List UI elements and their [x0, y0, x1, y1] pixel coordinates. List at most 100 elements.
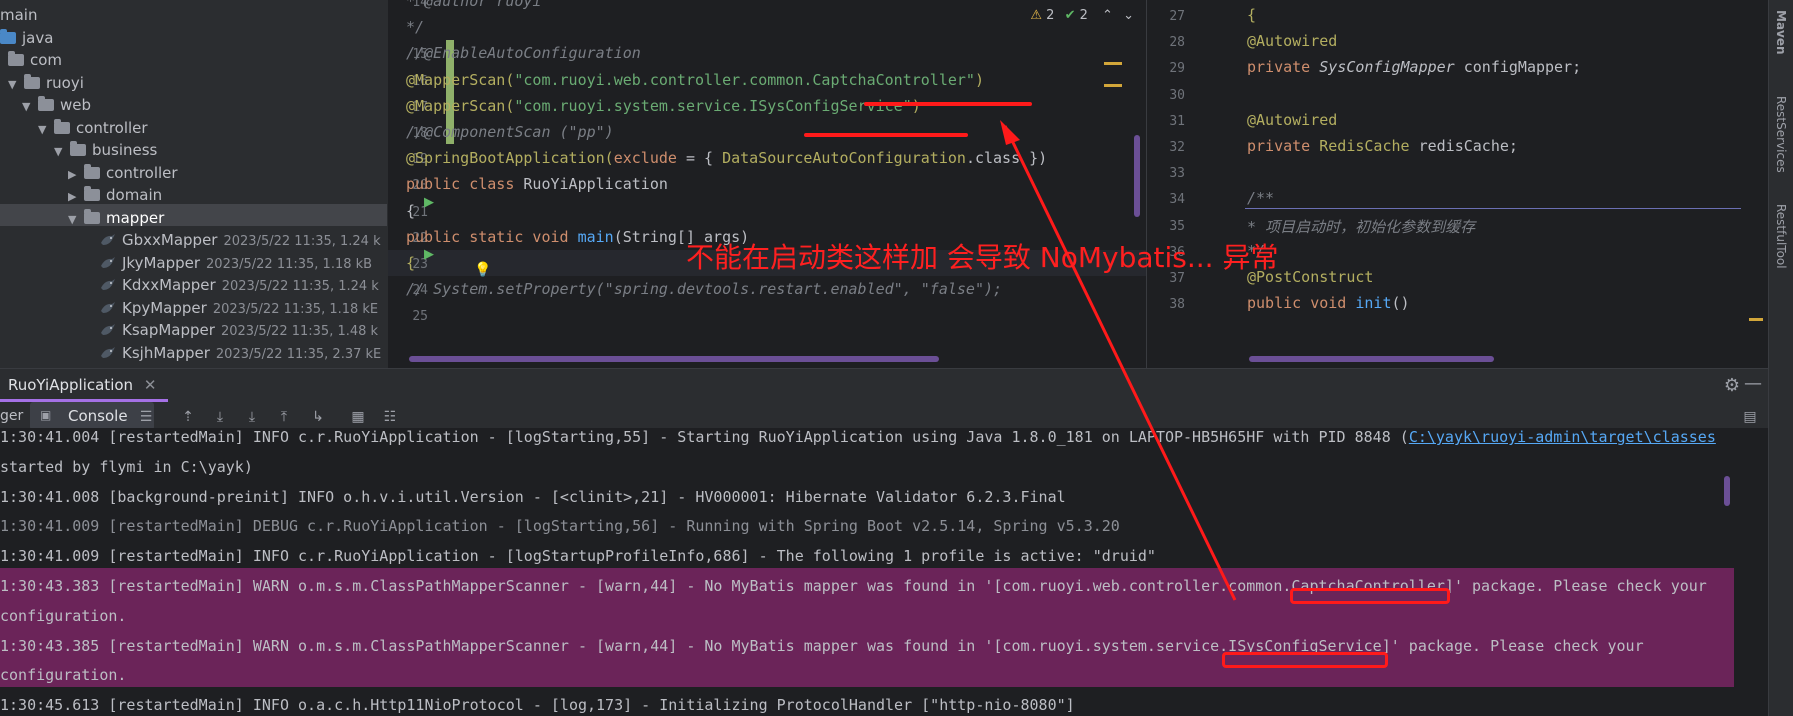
tree-item-label: business — [92, 141, 158, 159]
warning-count: 2 — [1046, 8, 1055, 23]
code-line[interactable]: @Autowired — [1247, 32, 1337, 50]
check-icon: ✔ — [1064, 8, 1076, 23]
code-token: public void — [1247, 294, 1356, 313]
import-icon[interactable]: ⤓ — [244, 410, 260, 424]
minimize-icon[interactable]: — — [1744, 373, 1762, 394]
code-token: .class }) — [965, 149, 1048, 168]
tree-item[interactable]: java — [0, 27, 53, 49]
chevron-down-icon[interactable]: ▼ — [68, 209, 84, 231]
horizontal-scrollbar[interactable] — [1249, 356, 1494, 362]
console-tab[interactable]: ▣ Console — [30, 402, 154, 430]
chevron-down-icon[interactable]: ▼ — [38, 119, 54, 141]
run-icon[interactable]: ▶ — [424, 247, 434, 262]
tree-item[interactable]: ▼ business — [54, 139, 157, 161]
download-icon[interactable]: ⤓ — [212, 410, 228, 424]
debugger-tab[interactable]: ger — [0, 408, 23, 424]
code-token: @MapperScan( — [406, 70, 515, 89]
code-line[interactable]: * @author ruoyi — [406, 0, 541, 10]
filter-icon[interactable]: ☷ — [382, 410, 398, 424]
code-line[interactable]: public static void main(String[] args) — [406, 228, 749, 246]
code-line[interactable]: */ — [406, 18, 424, 36]
code-line[interactable]: private SysConfigMapper configMapper; — [1247, 58, 1581, 76]
console-output[interactable]: 1:30:41.004 [restartedMain] INFO c.r.Ruo… — [0, 428, 1768, 716]
maven-tab[interactable]: Maven — [1774, 10, 1788, 55]
tree-item-label: com — [30, 51, 63, 69]
code-line[interactable]: private RedisCache redisCache; — [1247, 137, 1518, 155]
gear-icon[interactable]: ⚙ — [1724, 375, 1740, 396]
project-tree[interactable]: main java com ▼ ruoyi ▼ web ▼ controller ▼ busines… — [0, 0, 387, 368]
tree-item[interactable]: com — [8, 49, 62, 71]
tree-item[interactable]: ▼ controller — [38, 117, 148, 139]
vertical-scrollbar[interactable] — [1134, 135, 1140, 217]
chevron-down-icon[interactable]: ▼ — [22, 96, 38, 118]
code-line[interactable]: @PostConstruct — [1247, 268, 1373, 286]
chevron-down-icon[interactable]: ▼ — [54, 141, 70, 163]
menu-icon[interactable]: ☰ — [138, 410, 154, 424]
tree-item[interactable]: ▶ domain — [68, 184, 162, 206]
tree-item-label: mapper — [106, 208, 165, 227]
line-number: 31 — [1169, 113, 1185, 129]
chevron-up-icon[interactable]: ⌃ — [1102, 8, 1113, 23]
tree-item[interactable]: ▶ controller — [68, 162, 178, 184]
run-config-tab[interactable]: RuoYiApplication ✕ — [8, 376, 156, 394]
code-line[interactable]: @MapperScan("com.ruoyi.web.controller.co… — [406, 71, 984, 89]
chevron-down-icon[interactable]: ⌄ — [1123, 8, 1134, 23]
scroll-up-icon[interactable]: ⇡ — [180, 410, 196, 424]
chevron-right-icon[interactable]: ▶ — [68, 164, 84, 186]
folder-icon — [8, 51, 24, 66]
tree-item-label: web — [60, 96, 92, 114]
run-icon[interactable]: ▶ — [424, 195, 434, 210]
code-line[interactable]: //@EnableAutoConfiguration — [406, 44, 641, 62]
tree-item[interactable]: ▼ web — [22, 94, 91, 116]
restfultool-tab[interactable]: RestfulTool — [1774, 204, 1788, 269]
code-line[interactable]: @SpringBootApplication(exclude = { DataS… — [406, 149, 1047, 167]
code-line[interactable]: public class RuoYiApplication — [406, 175, 668, 193]
path-link[interactable]: C:\yayk\ruoyi-admin\target\classes — [1409, 428, 1716, 446]
lightbulb-icon[interactable]: 💡 — [474, 262, 491, 278]
tree-item[interactable]: GbxxMapper 2023/5/22 11:35, 1.24 k — [100, 229, 381, 251]
code-line[interactable]: @Autowired — [1247, 111, 1337, 129]
code-line[interactable]: // System.setProperty("spring.devtools.r… — [406, 280, 1002, 298]
horizontal-scrollbar[interactable] — [409, 356, 939, 362]
tree-item[interactable]: ▼ mapper — [68, 207, 164, 229]
layout-icon[interactable]: ▤ — [1742, 410, 1758, 424]
tree-item[interactable]: ▼ ruoyi — [8, 72, 84, 94]
tree-item[interactable]: KdxxMapper 2023/5/22 11:35, 1.24 k — [100, 274, 379, 296]
inspection-widget[interactable]: ⚠ 2 ✔ 2 ⌃ ⌄ — [1030, 8, 1134, 23]
editor-ruoyi-application[interactable]: 14 * @author ruoyi */15//@EnableAutoConf… — [388, 0, 1146, 368]
code-token: configMapper; — [1463, 58, 1582, 77]
tree-selection-highlight — [0, 204, 387, 226]
tree-item[interactable]: JkyMapper 2023/5/22 11:35, 1.18 kB — [100, 252, 372, 274]
restservices-tab[interactable]: RestServices — [1774, 96, 1788, 173]
console-scrollbar[interactable] — [1724, 476, 1730, 506]
tree-item[interactable]: KpyMapper 2023/5/22 11:35, 1.18 kE — [100, 297, 378, 319]
code-line[interactable]: * 项目启动时，初始化参数到缓存 — [1247, 216, 1475, 237]
step-icon[interactable]: ↳ — [310, 410, 326, 424]
code-line[interactable]: { — [1247, 6, 1256, 24]
log-line-warn: 1:30:43.383 [restartedMain] WARN o.m.s.m… — [0, 571, 1707, 601]
chevron-right-icon[interactable]: ▶ — [68, 186, 84, 208]
log-text: configuration. — [0, 666, 127, 685]
code-line[interactable]: public void init() — [1247, 294, 1410, 312]
code-line[interactable]: { — [406, 254, 415, 272]
table-icon[interactable]: ▦ — [350, 410, 366, 424]
log-line-warn: configuration. — [0, 601, 126, 631]
code-line[interactable]: { — [406, 202, 415, 220]
code-line[interactable]: /** — [1247, 189, 1274, 207]
chevron-down-icon[interactable]: ▼ — [8, 74, 24, 96]
close-icon[interactable]: ✕ — [144, 376, 157, 394]
code-token: init — [1355, 294, 1392, 313]
code-line[interactable]: */ — [1247, 242, 1265, 260]
log-text: 1:30:43.383 [restartedMain] WARN o.m.s.m… — [0, 577, 1707, 595]
folder-icon — [54, 118, 70, 134]
code-line[interactable]: @MapperScan("com.ruoyi.system.service.IS… — [406, 97, 921, 115]
tree-item[interactable]: main — [0, 4, 37, 26]
tree-item[interactable]: KsapMapper 2023/5/22 11:35, 1.48 k — [100, 319, 378, 341]
editor-config-service[interactable]: 27 {28 @Autowired 29 private SysConfigMapp… — [1146, 0, 1769, 368]
weak-warning-count: 2 — [1079, 8, 1088, 23]
code-line[interactable]: //@ComponentScan ("pp") — [406, 123, 614, 141]
code-token: public class — [406, 175, 524, 194]
tree-item-label: controller — [106, 163, 178, 182]
tree-item[interactable]: KsjhMapper 2023/5/22 11:35, 2.37 kE — [100, 342, 381, 364]
upload-icon[interactable]: ⤒ — [276, 410, 292, 424]
